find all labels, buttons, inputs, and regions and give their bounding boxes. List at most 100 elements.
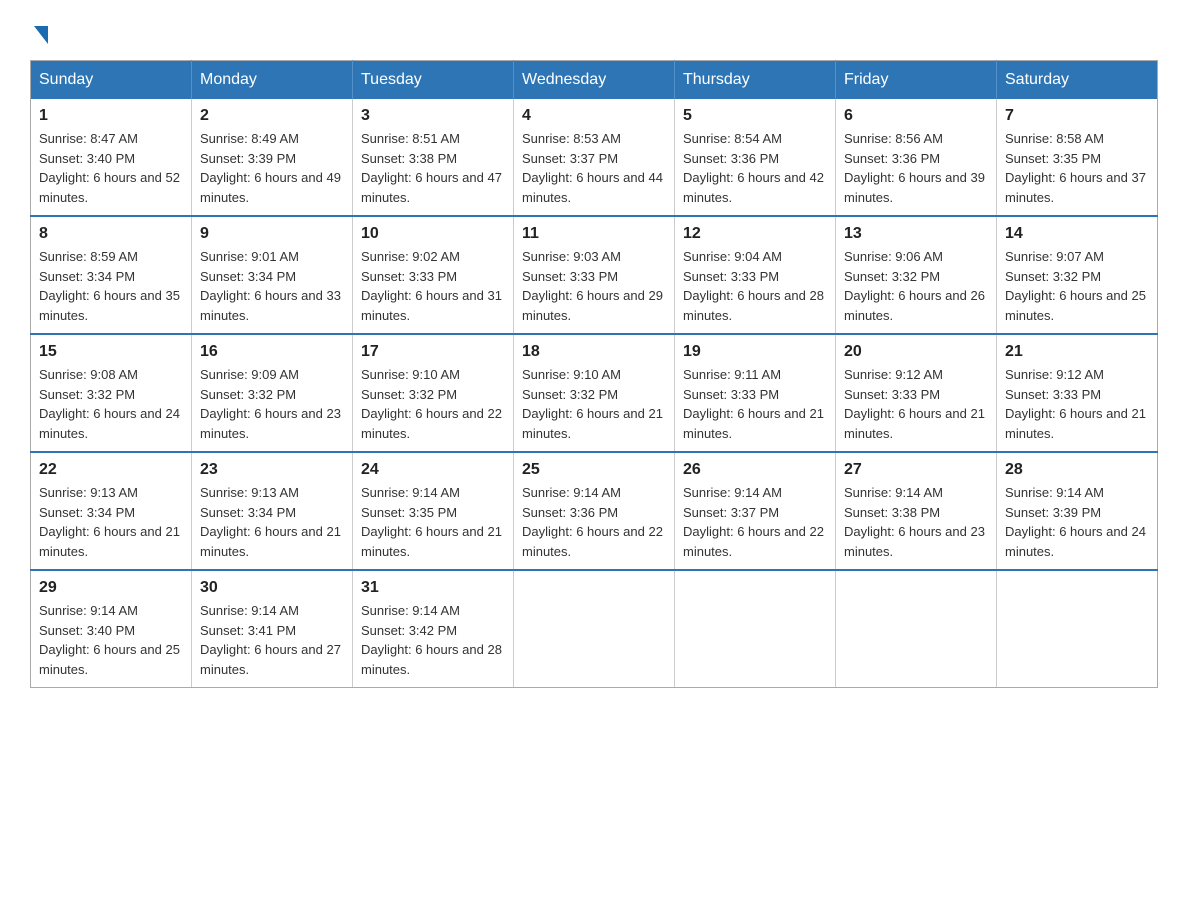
day-info: Sunrise: 9:04 AM Sunset: 3:33 PM Dayligh… bbox=[683, 247, 827, 325]
day-number: 24 bbox=[361, 461, 505, 479]
day-number: 8 bbox=[39, 225, 183, 243]
day-number: 20 bbox=[844, 343, 988, 361]
calendar-header-sunday: Sunday bbox=[31, 61, 192, 100]
calendar-day-cell: 1 Sunrise: 8:47 AM Sunset: 3:40 PM Dayli… bbox=[31, 99, 192, 216]
day-info: Sunrise: 9:01 AM Sunset: 3:34 PM Dayligh… bbox=[200, 247, 344, 325]
day-number: 17 bbox=[361, 343, 505, 361]
day-number: 26 bbox=[683, 461, 827, 479]
calendar-header-saturday: Saturday bbox=[997, 61, 1158, 100]
calendar-day-cell: 31 Sunrise: 9:14 AM Sunset: 3:42 PM Dayl… bbox=[353, 570, 514, 688]
calendar-day-cell: 10 Sunrise: 9:02 AM Sunset: 3:33 PM Dayl… bbox=[353, 216, 514, 334]
calendar-day-cell: 14 Sunrise: 9:07 AM Sunset: 3:32 PM Dayl… bbox=[997, 216, 1158, 334]
day-info: Sunrise: 9:12 AM Sunset: 3:33 PM Dayligh… bbox=[844, 365, 988, 443]
calendar-day-cell: 23 Sunrise: 9:13 AM Sunset: 3:34 PM Dayl… bbox=[192, 452, 353, 570]
calendar-day-cell: 3 Sunrise: 8:51 AM Sunset: 3:38 PM Dayli… bbox=[353, 99, 514, 216]
day-number: 10 bbox=[361, 225, 505, 243]
calendar-day-cell: 2 Sunrise: 8:49 AM Sunset: 3:39 PM Dayli… bbox=[192, 99, 353, 216]
calendar-header-thursday: Thursday bbox=[675, 61, 836, 100]
calendar-day-cell: 22 Sunrise: 9:13 AM Sunset: 3:34 PM Dayl… bbox=[31, 452, 192, 570]
day-info: Sunrise: 9:12 AM Sunset: 3:33 PM Dayligh… bbox=[1005, 365, 1149, 443]
day-info: Sunrise: 9:13 AM Sunset: 3:34 PM Dayligh… bbox=[39, 483, 183, 561]
day-number: 11 bbox=[522, 225, 666, 243]
calendar-day-cell bbox=[836, 570, 997, 688]
calendar-day-cell: 15 Sunrise: 9:08 AM Sunset: 3:32 PM Dayl… bbox=[31, 334, 192, 452]
day-info: Sunrise: 9:14 AM Sunset: 3:41 PM Dayligh… bbox=[200, 601, 344, 679]
logo bbox=[30, 20, 48, 40]
calendar-day-cell bbox=[675, 570, 836, 688]
calendar-day-cell: 26 Sunrise: 9:14 AM Sunset: 3:37 PM Dayl… bbox=[675, 452, 836, 570]
day-number: 22 bbox=[39, 461, 183, 479]
day-number: 12 bbox=[683, 225, 827, 243]
calendar-day-cell: 28 Sunrise: 9:14 AM Sunset: 3:39 PM Dayl… bbox=[997, 452, 1158, 570]
day-info: Sunrise: 9:14 AM Sunset: 3:35 PM Dayligh… bbox=[361, 483, 505, 561]
day-info: Sunrise: 9:03 AM Sunset: 3:33 PM Dayligh… bbox=[522, 247, 666, 325]
calendar-day-cell: 4 Sunrise: 8:53 AM Sunset: 3:37 PM Dayli… bbox=[514, 99, 675, 216]
day-number: 31 bbox=[361, 579, 505, 597]
day-number: 16 bbox=[200, 343, 344, 361]
calendar-day-cell: 7 Sunrise: 8:58 AM Sunset: 3:35 PM Dayli… bbox=[997, 99, 1158, 216]
day-info: Sunrise: 8:58 AM Sunset: 3:35 PM Dayligh… bbox=[1005, 129, 1149, 207]
logo-arrow-icon bbox=[34, 26, 48, 44]
day-info: Sunrise: 8:54 AM Sunset: 3:36 PM Dayligh… bbox=[683, 129, 827, 207]
calendar-header-tuesday: Tuesday bbox=[353, 61, 514, 100]
day-number: 27 bbox=[844, 461, 988, 479]
calendar-day-cell: 16 Sunrise: 9:09 AM Sunset: 3:32 PM Dayl… bbox=[192, 334, 353, 452]
calendar-day-cell: 5 Sunrise: 8:54 AM Sunset: 3:36 PM Dayli… bbox=[675, 99, 836, 216]
calendar-table: SundayMondayTuesdayWednesdayThursdayFrid… bbox=[30, 60, 1158, 688]
calendar-day-cell: 27 Sunrise: 9:14 AM Sunset: 3:38 PM Dayl… bbox=[836, 452, 997, 570]
calendar-header-row: SundayMondayTuesdayWednesdayThursdayFrid… bbox=[31, 61, 1158, 100]
day-info: Sunrise: 8:49 AM Sunset: 3:39 PM Dayligh… bbox=[200, 129, 344, 207]
day-number: 2 bbox=[200, 107, 344, 125]
calendar-day-cell: 11 Sunrise: 9:03 AM Sunset: 3:33 PM Dayl… bbox=[514, 216, 675, 334]
day-info: Sunrise: 8:47 AM Sunset: 3:40 PM Dayligh… bbox=[39, 129, 183, 207]
calendar-week-row: 1 Sunrise: 8:47 AM Sunset: 3:40 PM Dayli… bbox=[31, 99, 1158, 216]
calendar-day-cell: 6 Sunrise: 8:56 AM Sunset: 3:36 PM Dayli… bbox=[836, 99, 997, 216]
day-number: 18 bbox=[522, 343, 666, 361]
calendar-header-wednesday: Wednesday bbox=[514, 61, 675, 100]
day-number: 28 bbox=[1005, 461, 1149, 479]
day-number: 14 bbox=[1005, 225, 1149, 243]
calendar-day-cell: 8 Sunrise: 8:59 AM Sunset: 3:34 PM Dayli… bbox=[31, 216, 192, 334]
day-info: Sunrise: 9:14 AM Sunset: 3:37 PM Dayligh… bbox=[683, 483, 827, 561]
day-info: Sunrise: 9:09 AM Sunset: 3:32 PM Dayligh… bbox=[200, 365, 344, 443]
calendar-day-cell: 9 Sunrise: 9:01 AM Sunset: 3:34 PM Dayli… bbox=[192, 216, 353, 334]
calendar-header-friday: Friday bbox=[836, 61, 997, 100]
day-number: 23 bbox=[200, 461, 344, 479]
day-number: 21 bbox=[1005, 343, 1149, 361]
day-number: 7 bbox=[1005, 107, 1149, 125]
day-number: 5 bbox=[683, 107, 827, 125]
day-info: Sunrise: 8:51 AM Sunset: 3:38 PM Dayligh… bbox=[361, 129, 505, 207]
calendar-day-cell: 12 Sunrise: 9:04 AM Sunset: 3:33 PM Dayl… bbox=[675, 216, 836, 334]
day-info: Sunrise: 8:56 AM Sunset: 3:36 PM Dayligh… bbox=[844, 129, 988, 207]
day-info: Sunrise: 9:14 AM Sunset: 3:42 PM Dayligh… bbox=[361, 601, 505, 679]
page-header bbox=[30, 20, 1158, 40]
calendar-day-cell: 29 Sunrise: 9:14 AM Sunset: 3:40 PM Dayl… bbox=[31, 570, 192, 688]
day-number: 19 bbox=[683, 343, 827, 361]
day-number: 3 bbox=[361, 107, 505, 125]
day-number: 15 bbox=[39, 343, 183, 361]
day-info: Sunrise: 8:59 AM Sunset: 3:34 PM Dayligh… bbox=[39, 247, 183, 325]
day-info: Sunrise: 9:06 AM Sunset: 3:32 PM Dayligh… bbox=[844, 247, 988, 325]
day-info: Sunrise: 9:10 AM Sunset: 3:32 PM Dayligh… bbox=[522, 365, 666, 443]
day-info: Sunrise: 9:08 AM Sunset: 3:32 PM Dayligh… bbox=[39, 365, 183, 443]
day-number: 6 bbox=[844, 107, 988, 125]
day-info: Sunrise: 9:14 AM Sunset: 3:36 PM Dayligh… bbox=[522, 483, 666, 561]
day-info: Sunrise: 8:53 AM Sunset: 3:37 PM Dayligh… bbox=[522, 129, 666, 207]
day-info: Sunrise: 9:11 AM Sunset: 3:33 PM Dayligh… bbox=[683, 365, 827, 443]
day-number: 1 bbox=[39, 107, 183, 125]
calendar-day-cell bbox=[514, 570, 675, 688]
calendar-day-cell: 17 Sunrise: 9:10 AM Sunset: 3:32 PM Dayl… bbox=[353, 334, 514, 452]
calendar-day-cell: 25 Sunrise: 9:14 AM Sunset: 3:36 PM Dayl… bbox=[514, 452, 675, 570]
day-info: Sunrise: 9:07 AM Sunset: 3:32 PM Dayligh… bbox=[1005, 247, 1149, 325]
calendar-day-cell: 21 Sunrise: 9:12 AM Sunset: 3:33 PM Dayl… bbox=[997, 334, 1158, 452]
day-number: 30 bbox=[200, 579, 344, 597]
calendar-day-cell: 19 Sunrise: 9:11 AM Sunset: 3:33 PM Dayl… bbox=[675, 334, 836, 452]
day-number: 4 bbox=[522, 107, 666, 125]
calendar-header-monday: Monday bbox=[192, 61, 353, 100]
calendar-day-cell: 20 Sunrise: 9:12 AM Sunset: 3:33 PM Dayl… bbox=[836, 334, 997, 452]
calendar-day-cell: 24 Sunrise: 9:14 AM Sunset: 3:35 PM Dayl… bbox=[353, 452, 514, 570]
calendar-week-row: 8 Sunrise: 8:59 AM Sunset: 3:34 PM Dayli… bbox=[31, 216, 1158, 334]
day-number: 13 bbox=[844, 225, 988, 243]
day-info: Sunrise: 9:14 AM Sunset: 3:40 PM Dayligh… bbox=[39, 601, 183, 679]
day-info: Sunrise: 9:14 AM Sunset: 3:38 PM Dayligh… bbox=[844, 483, 988, 561]
